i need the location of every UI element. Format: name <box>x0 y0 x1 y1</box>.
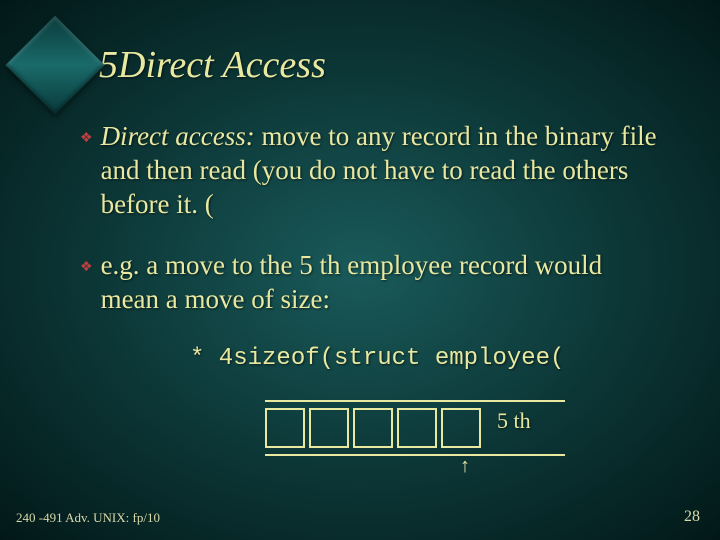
bullet-emph: Direct access: <box>101 121 255 151</box>
record-box <box>309 408 349 448</box>
diagram-bottom-line <box>265 454 565 456</box>
record-diagram: 5 th ↑ <box>265 400 565 456</box>
bullet-item: ❖ e.g. a move to the 5 th employee recor… <box>80 249 660 317</box>
diagram-top-line <box>265 400 565 402</box>
bullet-text: e.g. a move to the 5 th employee record … <box>101 249 660 317</box>
record-box <box>353 408 393 448</box>
bullet-icon: ❖ <box>80 259 93 276</box>
up-arrow-icon: ↑ <box>460 456 470 476</box>
content-area: ❖ Direct access: move to any record in t… <box>80 120 660 372</box>
fifth-label: 5 th <box>497 408 531 434</box>
record-box <box>397 408 437 448</box>
slide-number: 28 <box>684 508 700 526</box>
bullet-icon: ❖ <box>80 130 93 147</box>
bullet-item: ❖ Direct access: move to any record in t… <box>80 120 660 221</box>
record-box <box>265 408 305 448</box>
diamond-icon <box>6 16 105 115</box>
bullet-text: Direct access: move to any record in the… <box>101 120 660 221</box>
code-line: * 4sizeof(struct employee( <box>190 345 660 372</box>
record-box <box>441 408 481 448</box>
slide-title: . 5Direct Access <box>80 43 326 87</box>
bullet-rest: e.g. a move to the 5 th employee record … <box>101 250 603 314</box>
footer-left: 240 -491 Adv. UNIX: fp/10 <box>16 510 160 526</box>
title-area: . 5Direct Access <box>20 30 326 100</box>
